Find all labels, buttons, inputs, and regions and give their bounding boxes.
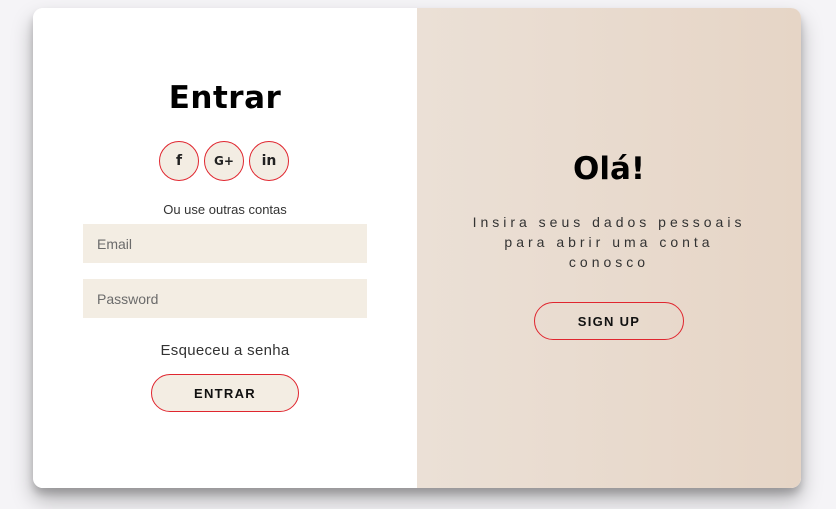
auth-card: Entrar f G+ in Ou use outras contas Esqu… bbox=[33, 8, 801, 488]
linkedin-icon[interactable]: in bbox=[249, 141, 289, 181]
sign-up-button[interactable]: SIGN UP bbox=[534, 302, 684, 340]
password-field[interactable] bbox=[83, 279, 367, 318]
forgot-password-link[interactable]: Esqueceu a senha bbox=[33, 342, 417, 359]
alternate-accounts-text: Ou use outras contas bbox=[163, 202, 287, 217]
sign-in-panel: Entrar f G+ in Ou use outras contas Esqu… bbox=[33, 8, 417, 488]
sign-in-title: Entrar bbox=[168, 80, 282, 116]
google-plus-icon[interactable]: G+ bbox=[204, 141, 244, 181]
sign-in-button[interactable]: ENTRAR bbox=[151, 374, 299, 412]
welcome-title: Olá! bbox=[572, 151, 646, 187]
facebook-icon[interactable]: f bbox=[159, 141, 199, 181]
sign-up-panel: Olá! Insira seus dados pessoais para abr… bbox=[417, 8, 801, 488]
email-field[interactable] bbox=[83, 224, 367, 263]
welcome-subtitle: Insira seus dados pessoais para abrir um… bbox=[472, 214, 746, 270]
social-login-group: f G+ in bbox=[159, 141, 293, 181]
